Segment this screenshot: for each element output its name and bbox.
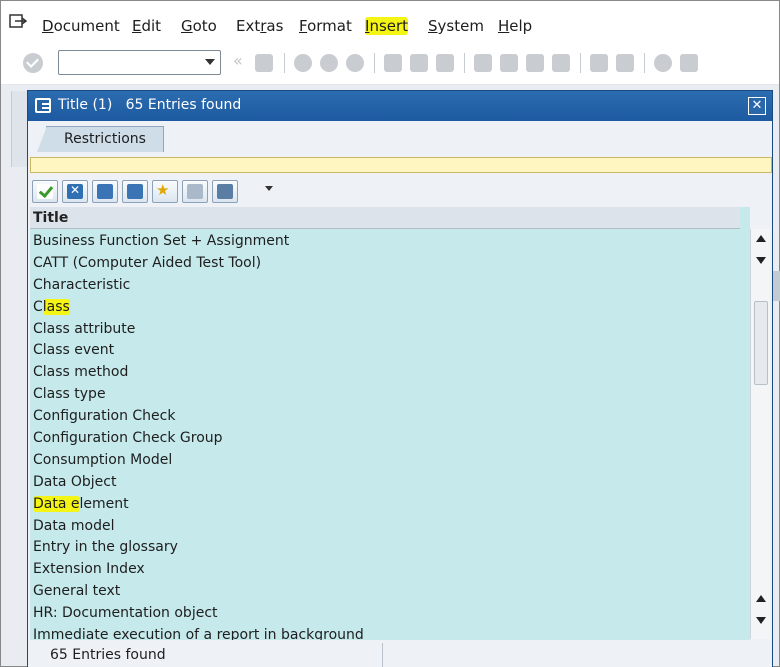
menu-insert[interactable]: Insert xyxy=(365,17,409,35)
menu-format[interactable]: Format xyxy=(299,17,352,35)
status-bar: 65 Entries found xyxy=(30,643,772,667)
menu-system[interactable]: System xyxy=(428,17,484,35)
list-item[interactable]: Characteristic xyxy=(30,274,750,296)
previous-page-icon[interactable] xyxy=(500,54,518,72)
list-item[interactable]: Consumption Model xyxy=(30,449,750,471)
list-item[interactable]: Class xyxy=(30,296,750,318)
print-icon xyxy=(217,184,233,199)
scroll-down-icon[interactable] xyxy=(756,257,766,264)
binoculars-icon xyxy=(97,184,113,199)
tab-restrictions[interactable]: Restrictions xyxy=(37,126,164,152)
menu-bar: Document Edit Goto Extras Format Insert … xyxy=(1,1,779,41)
find-button[interactable] xyxy=(92,180,118,203)
continue-button[interactable] xyxy=(32,180,58,203)
toolbar-divider xyxy=(284,53,285,73)
list-item[interactable]: Class attribute xyxy=(30,318,750,340)
list-toolbar: ★ xyxy=(30,178,772,206)
menu-edit[interactable]: Edit xyxy=(132,17,161,35)
vertical-scrollbar[interactable] xyxy=(750,229,770,639)
help-icon[interactable] xyxy=(654,54,672,72)
find-next-icon[interactable] xyxy=(436,54,454,72)
scroll-up-icon[interactable] xyxy=(756,595,766,602)
menu-extras[interactable]: Extras xyxy=(236,17,283,35)
info-button[interactable] xyxy=(182,180,208,203)
list-item[interactable]: Data model xyxy=(30,515,750,537)
star-icon: ★ xyxy=(156,181,170,199)
binoculars-plus-icon xyxy=(127,184,143,199)
command-field[interactable] xyxy=(58,50,221,75)
find-icon[interactable] xyxy=(410,54,428,72)
find-next-button[interactable] xyxy=(122,180,148,203)
list-item[interactable]: Configuration Check xyxy=(30,405,750,427)
command-input[interactable] xyxy=(59,51,199,74)
list-item[interactable]: Business Function Set + Assignment xyxy=(30,230,750,252)
scroll-down-icon[interactable] xyxy=(756,617,766,624)
dialog-title: Title (1) 65 Entries found xyxy=(58,97,242,113)
list-item[interactable]: Class method xyxy=(30,361,750,383)
chevron-down-icon[interactable] xyxy=(205,59,215,65)
first-page-icon[interactable] xyxy=(474,54,492,72)
menu-exit-icon[interactable] xyxy=(9,13,27,29)
toolbar-divider xyxy=(580,53,581,73)
chevron-down-icon[interactable] xyxy=(265,186,273,191)
list-item[interactable]: Class event xyxy=(30,339,750,361)
menu-goto[interactable]: Goto xyxy=(181,17,217,35)
list-item[interactable]: Immediate execution of a report in backg… xyxy=(30,624,750,640)
cancel-icon xyxy=(67,183,83,199)
cancel-icon[interactable] xyxy=(346,54,364,72)
print-button[interactable] xyxy=(212,180,238,203)
help-icon xyxy=(187,184,203,199)
standard-toolbar: « xyxy=(1,41,779,85)
dialog-title-bar[interactable]: Title (1) 65 Entries found ✕ xyxy=(28,91,772,121)
enter-icon[interactable] xyxy=(23,53,43,73)
list-item[interactable]: Data element xyxy=(30,493,750,515)
save-icon[interactable] xyxy=(255,54,273,72)
checkmark-icon xyxy=(37,184,53,199)
menu-help[interactable]: Help xyxy=(498,17,532,35)
exit-icon[interactable] xyxy=(320,54,338,72)
cancel-button[interactable] xyxy=(62,180,88,203)
tab-strip: Restrictions xyxy=(28,121,772,157)
toolbar-divider xyxy=(644,53,645,73)
status-text: 65 Entries found xyxy=(50,647,166,663)
print-icon[interactable] xyxy=(384,54,402,72)
dialog-window-icon xyxy=(35,98,51,113)
list-item[interactable]: CATT (Computer Aided Test Tool) xyxy=(30,252,750,274)
scroll-thumb[interactable] xyxy=(754,301,768,385)
list-item[interactable]: Configuration Check Group xyxy=(30,427,750,449)
next-page-icon[interactable] xyxy=(526,54,544,72)
sap-gui-window: Document Edit Goto Extras Format Insert … xyxy=(0,0,780,667)
list-item[interactable]: General text xyxy=(30,580,750,602)
toolbar-divider xyxy=(374,53,375,73)
scroll-up-icon[interactable] xyxy=(756,235,766,242)
list-item[interactable]: HR: Documentation object xyxy=(30,602,750,624)
personal-list-button[interactable]: ★ xyxy=(152,180,178,203)
create-session-icon[interactable] xyxy=(590,54,608,72)
message-bar xyxy=(30,157,772,173)
list-item[interactable]: Entry in the glossary xyxy=(30,536,750,558)
double-chevron-left-icon: « xyxy=(233,51,243,70)
close-icon[interactable]: ✕ xyxy=(748,97,766,115)
value-help-dialog: Title (1) 65 Entries found ✕ Restriction… xyxy=(27,90,773,667)
list-rows: Business Function Set + Assignment CATT (… xyxy=(30,230,750,640)
column-header-title[interactable]: Title xyxy=(30,207,740,229)
last-page-icon[interactable] xyxy=(552,54,570,72)
toolbar-divider xyxy=(464,53,465,73)
list-item[interactable]: Class type xyxy=(30,383,750,405)
list-item[interactable]: Data Object xyxy=(30,471,750,493)
status-divider xyxy=(382,643,383,667)
menu-document[interactable]: Document xyxy=(42,17,120,35)
list-item[interactable]: Extension Index xyxy=(30,558,750,580)
back-icon[interactable] xyxy=(294,54,312,72)
entries-list: Title Business Function Set + Assignment… xyxy=(30,207,750,640)
shortcut-icon[interactable] xyxy=(616,54,634,72)
customize-layout-icon[interactable] xyxy=(680,54,698,72)
